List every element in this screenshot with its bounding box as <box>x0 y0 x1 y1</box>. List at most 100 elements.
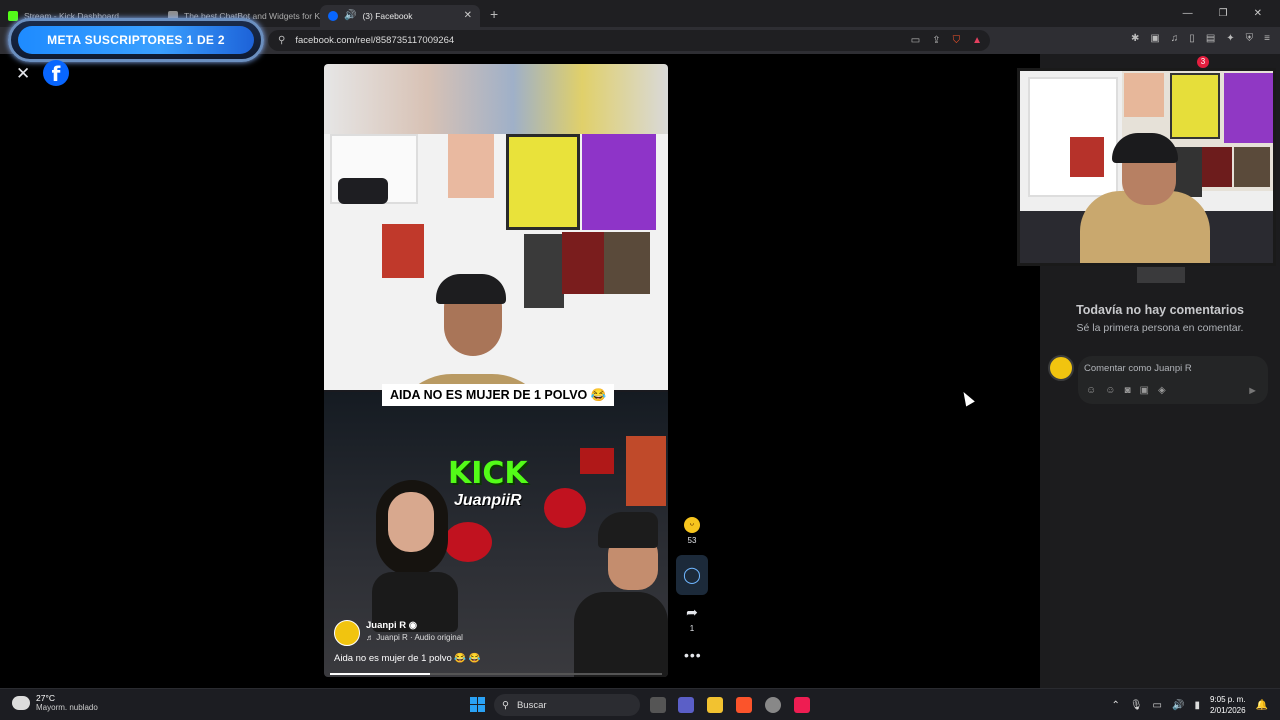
user-avatar <box>1048 355 1074 381</box>
chevron-up-icon[interactable]: ⌃ <box>1111 700 1119 711</box>
comment-tools: ☺ ☺ ◙ ▣ ◈ <box>1086 385 1166 396</box>
poster <box>582 134 656 230</box>
date: 2/01/2026 <box>1209 706 1246 715</box>
send-icon[interactable]: ► <box>1247 385 1258 397</box>
facebook-favicon-icon <box>328 10 338 21</box>
windows-taskbar: 27°C Mayorm. nublado ⚲ Buscar ⌃ 🎙 ▭ 🔊 ▮ … <box>0 688 1280 720</box>
haha-emoji-icon: ᵕ <box>684 517 700 533</box>
vpn-icon[interactable]: ⛨ <box>1246 34 1254 44</box>
meta-label: META SUSCRIPTORES 1 DE 2 <box>18 26 254 54</box>
empty-comments-state: Todavía no hay comentarios Sé la primera… <box>1040 303 1280 334</box>
emoji-icon[interactable]: ☺ <box>1105 385 1115 396</box>
close-tab-icon[interactable]: ✕ <box>464 10 472 21</box>
share-button[interactable]: ➦ 1 <box>682 604 702 633</box>
url-field[interactable]: ⚲ facebook.com/reel/858735117009264 ▭ ⇪ … <box>268 30 990 51</box>
reel-video[interactable]: KICK JuanpiiR AIDA NO ES MUJER DE 1 POLV… <box>324 64 668 677</box>
teams-icon[interactable] <box>678 697 694 713</box>
author-avatar[interactable] <box>334 620 360 646</box>
restore-icon[interactable]: ❐ <box>1219 8 1228 19</box>
time: 9:05 p. m. <box>1209 695 1246 704</box>
poster <box>382 224 424 278</box>
temperature: 27°C <box>36 693 55 703</box>
neon-panel <box>626 436 666 506</box>
progress-fill <box>330 673 430 675</box>
poster <box>506 134 580 230</box>
microphone-icon[interactable]: 🎙 <box>1130 700 1143 711</box>
brave-rewards-icon[interactable]: ▲ <box>972 35 982 46</box>
share-icon[interactable]: ⇪ <box>932 35 940 46</box>
camera-icon[interactable]: ◙ <box>1124 385 1130 396</box>
comment-button[interactable]: ◯ <box>676 555 708 595</box>
tv-screen <box>580 448 614 474</box>
speaker-icon[interactable]: 🔊 <box>344 10 356 21</box>
minimize-icon[interactable]: — <box>1183 8 1193 19</box>
placeholder-block <box>1137 267 1185 283</box>
notification-center-icon[interactable]: 🔔 <box>1256 700 1268 711</box>
poster <box>448 134 494 198</box>
reel-description: Aida no es mujer de 1 polvo 😂 😂 <box>334 653 481 664</box>
speaker-object <box>338 178 388 204</box>
tab-facebook[interactable]: 🔊 (3) Facebook ✕ <box>320 4 480 27</box>
streamer-webcam-overlay <box>1017 68 1276 266</box>
blurred-header <box>324 64 668 134</box>
windows-start-icon[interactable] <box>470 697 485 712</box>
close-window-icon[interactable]: ✕ <box>1254 8 1262 19</box>
person-host <box>574 512 668 677</box>
person-guest <box>372 480 462 677</box>
search-icon: ⚲ <box>502 699 509 711</box>
extensions-icon[interactable]: ✱ <box>1131 34 1139 44</box>
close-reel-icon[interactable]: ✕ <box>16 64 30 84</box>
leo-ai-icon[interactable]: ✦ <box>1226 34 1234 44</box>
video-progress-bar[interactable] <box>330 673 662 675</box>
clock[interactable]: 9:05 p. m. 2/01/2026 <box>1210 694 1246 716</box>
system-tray: ⌃ 🎙 ▭ 🔊 ▮ 9:05 p. m. 2/01/2026 🔔 <box>1111 694 1268 716</box>
weather-widget[interactable]: 27°C Mayorm. nublado <box>12 693 98 712</box>
screenshot-icon[interactable]: ▣ <box>1150 34 1159 44</box>
caption-banner: AIDA NO ES MUJER DE 1 POLVO 😂 <box>382 384 615 406</box>
wallet-icon[interactable]: ▤ <box>1206 34 1215 44</box>
comment-placeholder[interactable]: Comentar como Juanpi R <box>1084 363 1192 374</box>
volume-icon[interactable]: 🔊 <box>1172 700 1184 711</box>
network-icon[interactable]: ▭ <box>1153 700 1162 711</box>
more-options-icon[interactable]: ••• <box>684 647 702 663</box>
notification-badge[interactable]: 3 <box>1197 56 1209 68</box>
poster <box>562 232 604 294</box>
meta-subscribers-overlay: META SUSCRIPTORES 1 DE 2 <box>8 18 264 62</box>
media-icon[interactable]: ♫ <box>1171 34 1179 44</box>
obs-icon[interactable] <box>765 697 781 713</box>
tiktok-icon[interactable] <box>794 697 810 713</box>
reel-author[interactable]: Juanpi R ◉ ♬ Juanpi R · Audio original <box>334 620 463 646</box>
poster <box>604 232 650 294</box>
search-label: Buscar <box>516 699 547 711</box>
brave-browser-icon[interactable] <box>736 697 752 713</box>
url-text[interactable]: facebook.com/reel/858735117009264 <box>295 35 454 46</box>
new-tab-button[interactable]: + <box>490 6 498 22</box>
author-name[interactable]: Juanpi R <box>366 620 406 631</box>
cloud-icon <box>12 695 30 710</box>
window-controls: — ❐ ✕ <box>1183 8 1280 19</box>
brave-shields-icon[interactable]: ⛉ <box>953 35 961 46</box>
avatar-sticker-icon[interactable]: ☺ <box>1086 385 1096 396</box>
cast-icon[interactable]: ▭ <box>911 35 920 46</box>
sticker-icon[interactable]: ◈ <box>1158 385 1166 396</box>
file-explorer-icon[interactable] <box>707 697 723 713</box>
gif-icon[interactable]: ▣ <box>1139 385 1148 396</box>
task-view-icon[interactable] <box>650 697 666 713</box>
share-arrow-icon: ➦ <box>686 604 698 620</box>
stream-name: JuanpiiR <box>454 492 522 509</box>
empty-comments-title: Todavía no hay comentarios <box>1076 303 1244 317</box>
haha-reaction-button[interactable]: ᵕ 53 <box>682 517 702 545</box>
weather-condition: Mayorm. nublado <box>36 703 98 712</box>
battery-icon[interactable]: ▮ <box>1194 700 1200 711</box>
site-settings-icon[interactable]: ⚲ <box>278 35 285 46</box>
kick-favicon-icon <box>8 10 18 21</box>
kick-logo: KICK <box>448 456 528 491</box>
comment-input[interactable]: Comentar como Juanpi R ☺ ☺ ◙ ▣ ◈ ► <box>1078 356 1268 404</box>
menu-icon[interactable]: ≡ <box>1264 34 1270 44</box>
facebook-logo[interactable]: f <box>43 60 69 86</box>
audio-label[interactable]: ♬ Juanpi R · Audio original <box>366 633 463 642</box>
taskbar-search[interactable]: ⚲ Buscar <box>494 694 640 716</box>
reactions-count: 53 <box>687 536 697 545</box>
verified-icon: ◉ <box>408 620 418 631</box>
sidebar-icon[interactable]: ▯ <box>1189 34 1195 44</box>
